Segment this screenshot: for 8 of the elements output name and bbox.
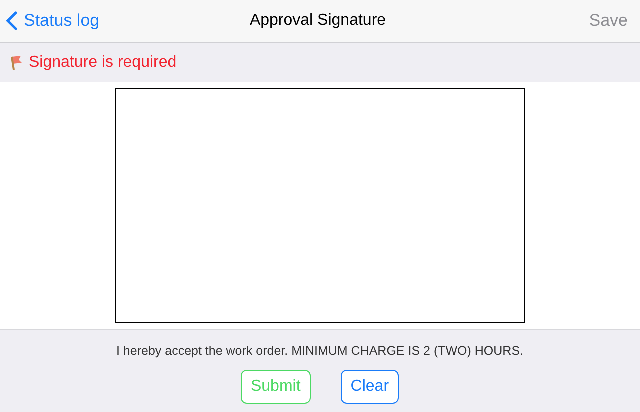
error-message: Signature is required [29, 54, 177, 72]
nav-title: Approval Signature [250, 12, 386, 30]
agreement-text: I hereby accept the work order. MINIMUM CHARGE IS 2 (TWO) HOURS. [116, 344, 524, 358]
flag-icon [9, 54, 23, 70]
back-link[interactable]: Status log [6, 11, 100, 31]
action-button[interactable]: Clear [340, 370, 400, 404]
back-icon [6, 11, 18, 31]
signature-pad[interactable] [114, 88, 524, 323]
